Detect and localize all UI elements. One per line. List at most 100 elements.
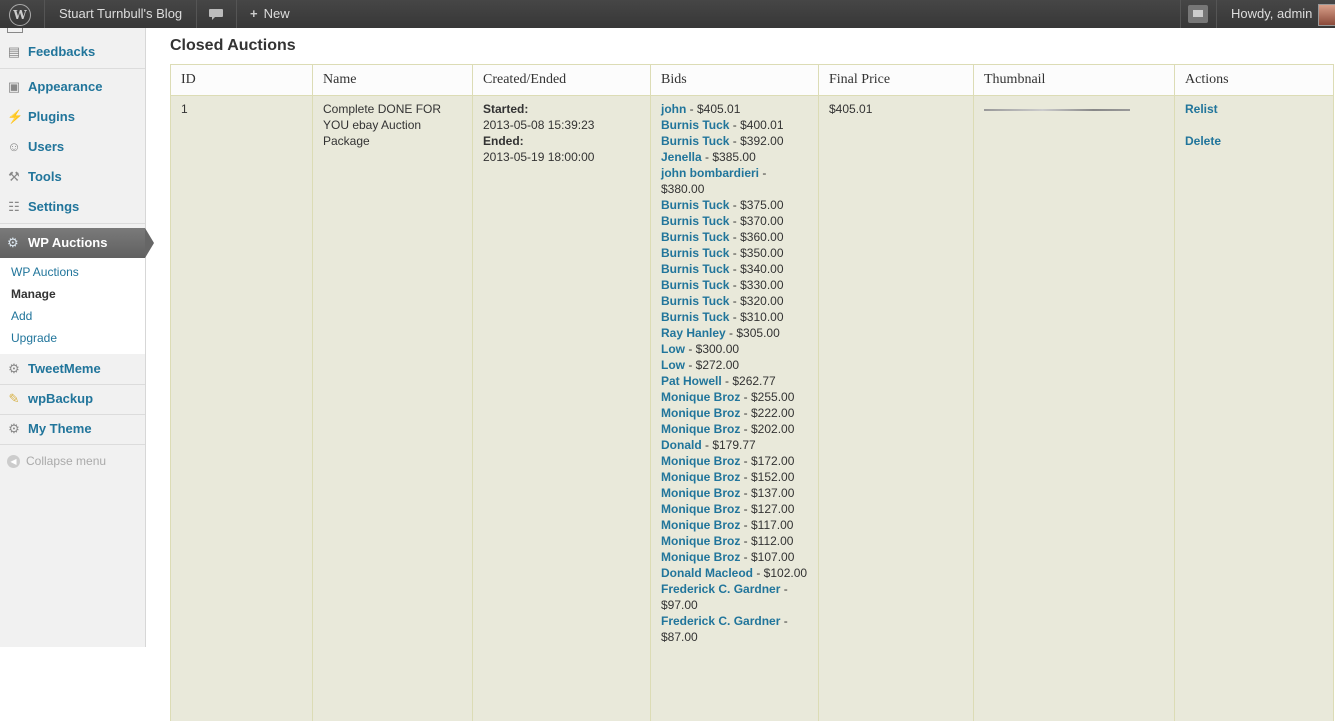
bidder-link[interactable]: Monique Broz xyxy=(661,534,740,548)
bidder-link[interactable]: Monique Broz xyxy=(661,502,740,516)
divider xyxy=(0,223,145,224)
bid-item: Burnis Tuck - $330.00 xyxy=(661,277,808,293)
sidebar-item-label: My Theme xyxy=(28,421,92,436)
bidder-link[interactable]: Burnis Tuck xyxy=(661,198,729,212)
bidder-link[interactable]: Donald Macleod xyxy=(661,566,753,580)
sidebar-item-tools[interactable]: ⚒ Tools xyxy=(0,162,145,192)
sidebar-item-users[interactable]: ☺ Users xyxy=(0,132,145,162)
bid-item: Donald Macleod - $102.00 xyxy=(661,565,808,581)
new-label: New xyxy=(264,6,290,21)
bid-amount: - $340.00 xyxy=(729,262,783,276)
cell-id: 1 xyxy=(171,96,313,721)
bidder-link[interactable]: Burnis Tuck xyxy=(661,278,729,292)
bid-item: Monique Broz - $222.00 xyxy=(661,405,808,421)
sidebar-item-label: wpBackup xyxy=(28,391,93,406)
thumbnail-image[interactable] xyxy=(984,109,1130,111)
bidder-link[interactable]: Donald xyxy=(661,438,702,452)
bid-amount: - $330.00 xyxy=(729,278,783,292)
tag-icon: ✎ xyxy=(7,392,21,406)
bid-amount: - $202.00 xyxy=(740,422,794,436)
bidder-link[interactable]: john xyxy=(661,102,686,116)
bidder-link[interactable]: Low xyxy=(661,342,685,356)
column-header-final-price: Final Price xyxy=(819,65,974,96)
bid-amount: - $222.00 xyxy=(740,406,794,420)
sidebar-item-my-theme[interactable]: ⚙ My Theme xyxy=(0,414,145,444)
page-title: Closed Auctions xyxy=(170,37,296,55)
site-name-link[interactable]: Stuart Turnbull's Blog xyxy=(59,0,182,28)
collapse-menu-button[interactable]: ◀Collapse menu xyxy=(7,454,106,468)
avatar[interactable] xyxy=(1318,4,1335,26)
ended-value: 2013-05-19 18:00:00 xyxy=(483,149,640,165)
bid-item: Monique Broz - $127.00 xyxy=(661,501,808,517)
wordpress-logo-icon[interactable]: W xyxy=(9,4,31,26)
howdy-account-menu[interactable]: Howdy, admin xyxy=(1231,0,1312,28)
relist-link[interactable]: Relist xyxy=(1185,102,1218,116)
menu-icon-fragment xyxy=(7,28,23,33)
bidder-link[interactable]: Frederick C. Gardner xyxy=(661,582,780,596)
bidder-link[interactable]: Burnis Tuck xyxy=(661,246,729,260)
bid-item: Monique Broz - $137.00 xyxy=(661,485,808,501)
bidder-link[interactable]: Burnis Tuck xyxy=(661,214,729,228)
bidder-link[interactable]: Monique Broz xyxy=(661,550,740,564)
submenu-item-upgrade[interactable]: Upgrade xyxy=(11,331,57,345)
submenu-item-add[interactable]: Add xyxy=(11,309,32,323)
bid-amount: - $305.00 xyxy=(726,326,780,340)
sidebar-item-wp-auctions[interactable]: ⚙ WP Auctions xyxy=(0,228,145,258)
submenu-item-manage[interactable]: Manage xyxy=(11,287,56,301)
bid-amount: - $320.00 xyxy=(729,294,783,308)
cell-name: Complete DONE FOR YOU ebay Auction Packa… xyxy=(313,96,473,721)
bidder-link[interactable]: Monique Broz xyxy=(661,454,740,468)
bid-amount: - $300.00 xyxy=(685,342,739,356)
bidder-link[interactable]: Burnis Tuck xyxy=(661,262,729,276)
bid-amount: - $392.00 xyxy=(729,134,783,148)
bidder-link[interactable]: Monique Broz xyxy=(661,486,740,500)
notification-icon[interactable] xyxy=(1188,5,1208,23)
sidebar-item-appearance[interactable]: ▣ Appearance xyxy=(0,72,145,102)
new-content-button[interactable]: +New xyxy=(250,0,290,28)
bid-amount: - $272.00 xyxy=(685,358,739,372)
cell-created-ended: Started: 2013-05-08 15:39:23 Ended: 2013… xyxy=(473,96,651,721)
bidder-link[interactable]: Monique Broz xyxy=(661,470,740,484)
sidebar-item-wpbackup[interactable]: ✎ wpBackup xyxy=(0,384,145,414)
appearance-icon: ▣ xyxy=(7,80,21,94)
bidder-link[interactable]: Monique Broz xyxy=(661,390,740,404)
main-content: Closed Auctions ID Name Created/Ended Bi… xyxy=(146,28,1335,647)
bidder-link[interactable]: Frederick C. Gardner xyxy=(661,614,780,628)
bid-amount: - $375.00 xyxy=(729,198,783,212)
started-label: Started: xyxy=(483,101,640,117)
sidebar-item-tweetmeme[interactable]: ⚙ TweetMeme xyxy=(0,354,145,384)
bidder-link[interactable]: Burnis Tuck xyxy=(661,118,729,132)
bid-item: Ray Hanley - $305.00 xyxy=(661,325,808,341)
submenu-item-wp-auctions[interactable]: WP Auctions xyxy=(11,265,79,279)
bid-amount: - $107.00 xyxy=(740,550,794,564)
bidder-link[interactable]: Monique Broz xyxy=(661,518,740,532)
bidder-link[interactable]: Burnis Tuck xyxy=(661,134,729,148)
delete-link[interactable]: Delete xyxy=(1185,134,1221,148)
sidebar-item-label: Users xyxy=(28,139,64,154)
bidder-link[interactable]: Low xyxy=(661,358,685,372)
bid-amount: - $127.00 xyxy=(740,502,794,516)
settings-icon: ☷ xyxy=(7,200,21,214)
wp-auctions-submenu: WP Auctions Manage Add Upgrade xyxy=(0,258,145,354)
divider xyxy=(1216,0,1217,28)
divider xyxy=(0,444,145,445)
bidder-link[interactable]: Jenella xyxy=(661,150,702,164)
sidebar-item-settings[interactable]: ☷ Settings xyxy=(0,192,145,222)
bidder-link[interactable]: Burnis Tuck xyxy=(661,294,729,308)
bid-item: Monique Broz - $107.00 xyxy=(661,549,808,565)
bidder-link[interactable]: Burnis Tuck xyxy=(661,230,729,244)
bidder-link[interactable]: Monique Broz xyxy=(661,406,740,420)
bidder-link[interactable]: Monique Broz xyxy=(661,422,740,436)
sidebar-item-feedbacks[interactable]: ▤ Feedbacks xyxy=(0,37,145,67)
bid-item: Burnis Tuck - $370.00 xyxy=(661,213,808,229)
bidder-link[interactable]: Pat Howell xyxy=(661,374,722,388)
divider xyxy=(0,68,145,69)
sidebar-item-plugins[interactable]: ⚡ Plugins xyxy=(0,102,145,132)
sidebar-item-label: Plugins xyxy=(28,109,75,124)
bidder-link[interactable]: Burnis Tuck xyxy=(661,310,729,324)
bidder-link[interactable]: john bombardieri xyxy=(661,166,759,180)
comments-icon[interactable] xyxy=(208,0,224,28)
column-header-created-ended: Created/Ended xyxy=(473,65,651,96)
bidder-link[interactable]: Ray Hanley xyxy=(661,326,726,340)
column-header-actions: Actions xyxy=(1175,65,1334,96)
